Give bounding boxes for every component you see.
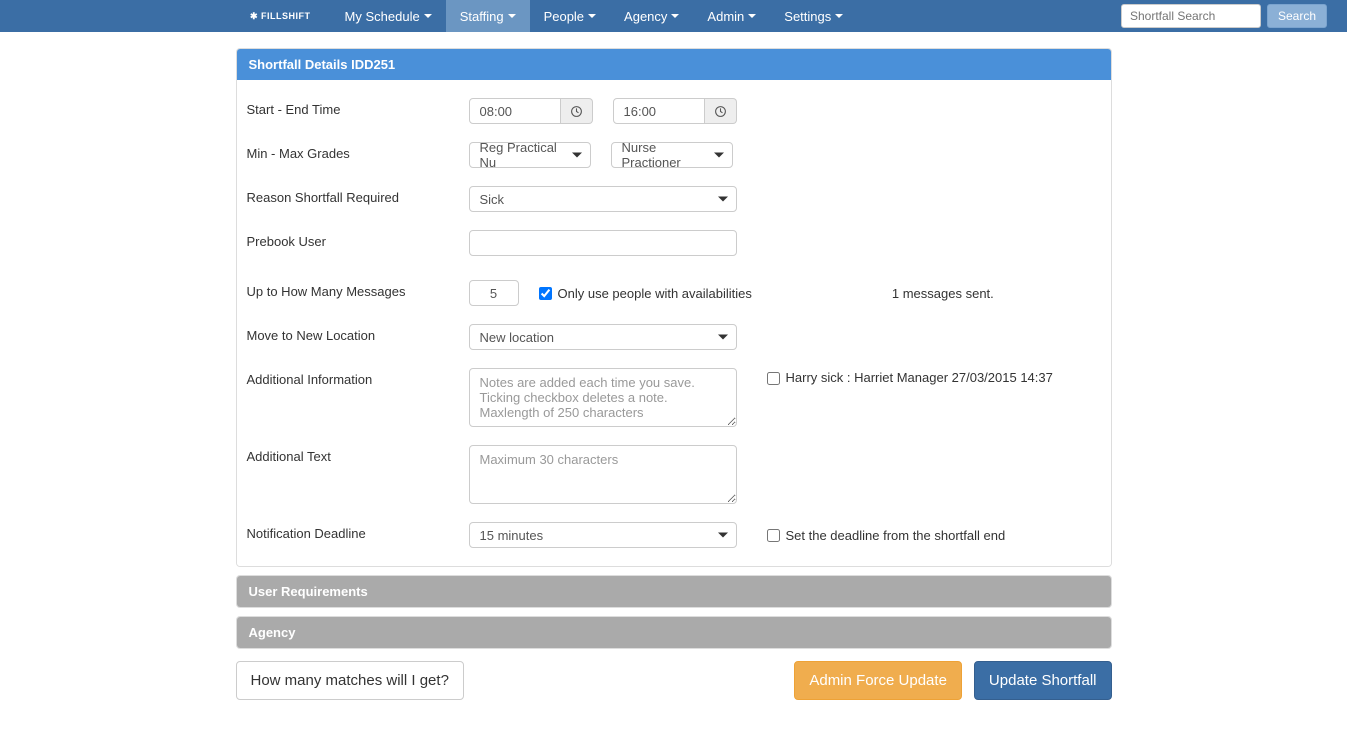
search-button[interactable]: Search [1267, 4, 1327, 28]
chevron-down-icon [748, 14, 756, 18]
nav-agency[interactable]: Agency [610, 0, 693, 32]
checkbox-label: Only use people with availabilities [558, 286, 752, 301]
user-requirements-heading[interactable]: User Requirements [237, 576, 1111, 607]
label-grades: Min - Max Grades [247, 142, 469, 161]
note-text: Harry sick : Harriet Manager 27/03/2015 … [786, 370, 1053, 385]
nav-label: My Schedule [345, 9, 420, 24]
main-container: Shortfall Details IDD251 Start - End Tim… [236, 48, 1112, 700]
label-additional-text: Additional Text [247, 445, 469, 464]
label-reason: Reason Shortfall Required [247, 186, 469, 205]
chevron-down-icon [588, 14, 596, 18]
checkbox-label: Set the deadline from the shortfall end [786, 528, 1006, 543]
row-start-end: Start - End Time [247, 98, 1101, 124]
select-value: Nurse Practioner [622, 140, 704, 170]
select-value: 15 minutes [480, 528, 544, 543]
nav-label: People [544, 9, 584, 24]
row-messages: Up to How Many Messages Only use people … [247, 280, 1101, 306]
shortfall-panel: Shortfall Details IDD251 Start - End Tim… [236, 48, 1112, 567]
label-move: Move to New Location [247, 324, 469, 343]
chevron-down-icon [572, 153, 582, 158]
agency-panel[interactable]: Agency [236, 616, 1112, 649]
row-additional-text: Additional Text [247, 445, 1101, 504]
row-prebook: Prebook User [247, 230, 1101, 256]
nav-settings[interactable]: Settings [770, 0, 857, 32]
row-deadline: Notification Deadline 15 minutes Set the… [247, 522, 1101, 548]
row-move: Move to New Location New location [247, 324, 1101, 350]
chevron-down-icon [424, 14, 432, 18]
nav-label: Agency [624, 9, 667, 24]
start-time-clock-button[interactable] [561, 98, 593, 124]
min-grade-select[interactable]: Reg Practical Nu [469, 142, 591, 168]
nav-admin[interactable]: Admin [693, 0, 770, 32]
messages-sent-text: 1 messages sent. [892, 286, 994, 301]
nav-label: Settings [784, 9, 831, 24]
row-reason: Reason Shortfall Required Sick [247, 186, 1101, 212]
label-prebook: Prebook User [247, 230, 469, 249]
user-requirements-panel[interactable]: User Requirements [236, 575, 1112, 608]
end-time-input[interactable] [613, 98, 705, 124]
row-additional-info: Additional Information Harry sick : Harr… [247, 368, 1101, 427]
select-value: Reg Practical Nu [480, 140, 562, 170]
chevron-down-icon [718, 197, 728, 202]
brand-logo[interactable]: ✱ FILLSHIFT [250, 11, 311, 22]
how-many-matches-button[interactable]: How many matches will I get? [236, 661, 464, 700]
label-start-end: Start - End Time [247, 98, 469, 117]
row-grades: Min - Max Grades Reg Practical Nu Nurse … [247, 142, 1101, 168]
note-delete-checkbox[interactable] [767, 372, 780, 385]
start-time-input[interactable] [469, 98, 561, 124]
deadline-select[interactable]: 15 minutes [469, 522, 737, 548]
nav-people[interactable]: People [530, 0, 610, 32]
only-availabilities-checkbox[interactable] [539, 287, 552, 300]
navbar: ✱ FILLSHIFT My Schedule Staffing People … [0, 0, 1347, 32]
only-availabilities-checkbox-wrap[interactable]: Only use people with availabilities [539, 286, 752, 301]
additional-info-textarea[interactable] [469, 368, 737, 427]
label-messages: Up to How Many Messages [247, 280, 469, 299]
clock-icon [714, 105, 727, 118]
end-time-group [613, 98, 737, 124]
additional-text-textarea[interactable] [469, 445, 737, 504]
chevron-down-icon [718, 335, 728, 340]
deadline-from-end-wrap[interactable]: Set the deadline from the shortfall end [767, 528, 1006, 543]
clock-icon [570, 105, 583, 118]
agency-heading[interactable]: Agency [237, 617, 1111, 648]
nav-my-schedule[interactable]: My Schedule [331, 0, 446, 32]
chevron-down-icon [718, 533, 728, 538]
reason-select[interactable]: Sick [469, 186, 737, 212]
nav-label: Admin [707, 9, 744, 24]
chevron-down-icon [714, 153, 724, 158]
chevron-down-icon [508, 14, 516, 18]
chevron-down-icon [671, 14, 679, 18]
select-value: Sick [480, 192, 505, 207]
note-item: Harry sick : Harriet Manager 27/03/2015 … [767, 368, 1053, 385]
move-location-select[interactable]: New location [469, 324, 737, 350]
nav-label: Staffing [460, 9, 504, 24]
select-value: New location [480, 330, 554, 345]
label-deadline: Notification Deadline [247, 522, 469, 541]
action-bar: How many matches will I get? Admin Force… [236, 661, 1112, 700]
start-time-group [469, 98, 593, 124]
nav-staffing[interactable]: Staffing [446, 0, 530, 32]
end-time-clock-button[interactable] [705, 98, 737, 124]
messages-count-input[interactable] [469, 280, 519, 306]
chevron-down-icon [835, 14, 843, 18]
deadline-from-end-checkbox[interactable] [767, 529, 780, 542]
max-grade-select[interactable]: Nurse Practioner [611, 142, 733, 168]
label-additional-info: Additional Information [247, 368, 469, 387]
admin-force-update-button[interactable]: Admin Force Update [794, 661, 962, 700]
shortfall-search-input[interactable] [1121, 4, 1261, 28]
update-shortfall-button[interactable]: Update Shortfall [974, 661, 1112, 700]
nav-search-group: Search [1121, 4, 1327, 28]
prebook-input[interactable] [469, 230, 737, 256]
panel-body: Start - End Time [237, 80, 1111, 566]
panel-title: Shortfall Details IDD251 [237, 49, 1111, 80]
